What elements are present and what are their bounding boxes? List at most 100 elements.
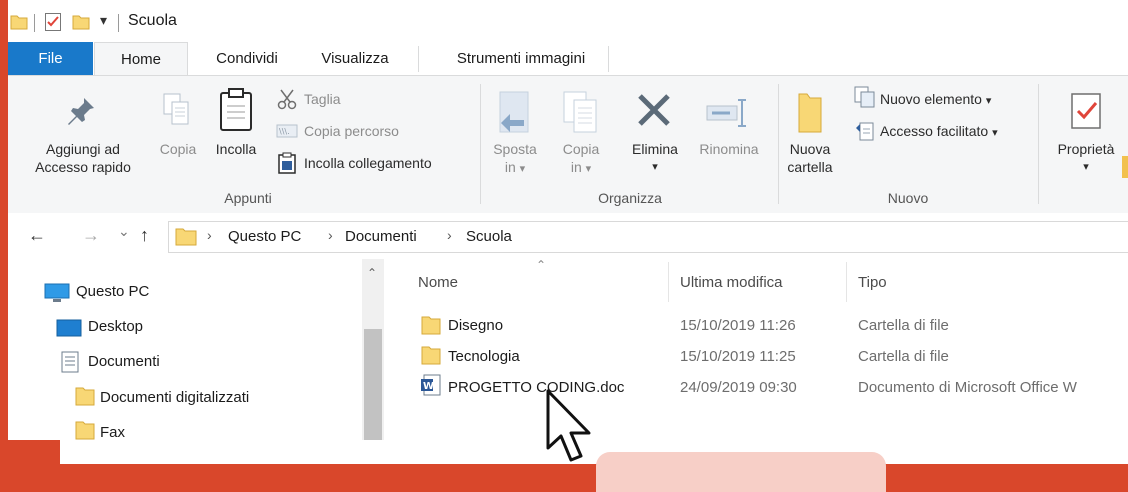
group-label-clipboard: Appunti [224,190,272,206]
file-type: Cartella di file [858,317,949,334]
chevron-down-icon: ▾ [1083,161,1089,173]
chevron-down-icon: ▾ [985,95,992,107]
nav-item-questo-pc[interactable]: Questo PC [76,283,149,300]
file-name: Tecnologia [448,348,520,365]
file-name: Disegno [448,317,504,334]
move-to-button[interactable]: Sposta in ▾ [486,140,544,178]
column-header-name[interactable]: Nome [418,274,458,291]
breadcrumb-separator-icon: › [328,227,333,243]
rename-button[interactable]: Rinomina [690,140,768,158]
nav-item-fax[interactable]: Fax [100,424,125,440]
nav-item-documenti[interactable]: Documenti [88,353,160,370]
breadcrumb-separator-icon: › [207,227,212,243]
window-title: Scuola [128,12,177,29]
file-type: Documento di Microsoft Office W [858,379,1077,396]
cut-button[interactable]: Taglia [304,90,341,108]
tab-separator [418,46,419,72]
ribbon-tabs: File Home Condividi Visualizza Strumenti… [8,42,1128,77]
properties-button[interactable]: Proprietà ▾ [1042,140,1128,176]
rename-icon [706,99,746,127]
title-bar: ▾ Scuola [8,0,1128,42]
up-arrow-icon[interactable]: ↑ [140,225,149,246]
column-divider[interactable] [668,262,669,302]
column-header-type[interactable]: Tipo [858,274,887,291]
new-folder-button[interactable]: Nuova cartella [780,140,840,176]
forward-arrow-icon[interactable]: → [82,225,100,246]
navigation-pane: Questo PC Desktop Documenti Documenti di… [8,259,386,440]
easy-access-button[interactable]: Accesso facilitato ▾ [880,122,998,142]
copy-icon [163,93,189,125]
column-divider[interactable] [846,262,847,302]
paste-button[interactable]: Incolla [208,140,264,158]
copy-to-icon [563,91,597,133]
new-folder-icon [798,93,822,133]
properties-icon[interactable] [44,12,62,32]
back-arrow-icon[interactable]: ← [28,225,46,246]
tab-home[interactable]: Home [94,42,188,77]
copy-to-label-line2: in ▾ [552,158,610,178]
nav-item-documenti-digitalizzati[interactable]: Documenti digitalizzati [100,389,249,406]
folder-icon [10,15,28,30]
folder-icon [75,387,95,406]
scissors-icon [277,89,297,110]
new-folder-label-line1: Nuova [789,141,831,157]
scroll-thumb[interactable] [364,329,382,440]
folder-icon [421,316,441,335]
scroll-up-arrow-icon[interactable]: ⌃ [367,266,377,280]
new-item-icon [854,86,875,108]
address-bar[interactable]: › Questo PC › Documenti › Scuola [168,221,1128,253]
sort-ascending-icon: ⌃ [536,258,547,272]
tab-view[interactable]: Visualizza [304,42,406,75]
chevron-down-icon: ▾ [585,163,592,175]
svg-text:W: W [423,381,434,392]
move-to-label-line2: in ▾ [486,158,544,178]
chevron-down-icon: ▾ [992,127,998,139]
tab-separator [608,46,609,72]
chevron-down-icon: ▾ [519,163,526,175]
tab-picture-tools[interactable]: Strumenti immagini [426,42,616,75]
breadcrumb-documenti[interactable]: Documenti [345,228,417,245]
copy-path-button[interactable]: Copia percorso [304,122,399,140]
nav-item-desktop[interactable]: Desktop [88,318,143,335]
qat-separator [118,14,119,32]
easy-access-icon [856,122,874,141]
new-item-button[interactable]: Nuovo elemento ▾ [880,90,991,110]
copy-button[interactable]: Copia [150,140,206,158]
folder-icon [175,228,197,246]
desktop-icon [56,319,82,337]
copy-to-label-line1: Copia [562,141,600,157]
copy-to-button[interactable]: Copia in ▾ [552,140,610,178]
group-divider [480,84,481,204]
file-explorer-window: ▾ Scuola File Home Condividi Visualizza … [8,0,1128,440]
address-bar-row: ← → ⌄ ↑ › Questo PC › Documenti › Scuola [8,213,1128,259]
recent-locations-chevron-icon[interactable]: ⌄ [118,223,130,240]
folder-icon [421,346,441,365]
word-document-icon: W [421,374,441,396]
column-header-modified[interactable]: Ultima modifica [680,274,783,291]
pin-label-line2: Accesso rapido [35,159,131,175]
folder-icon [1122,156,1128,178]
qat-dropdown-icon[interactable]: ▾ [100,12,107,29]
pin-quick-access-button[interactable]: Aggiungi ad Accesso rapido [18,140,148,176]
paste-shortcut-button[interactable]: Incolla collegamento [304,154,432,172]
group-divider [778,84,779,204]
breadcrumb-scuola[interactable]: Scuola [466,228,512,245]
new-folder-icon[interactable] [72,14,90,30]
breadcrumb-questo-pc[interactable]: Questo PC [228,228,301,245]
group-label-new: Nuovo [887,190,929,206]
delete-button[interactable]: Elimina ▾ [620,140,690,176]
file-modified: 15/10/2019 11:26 [680,317,796,334]
navigation-scrollbar[interactable]: ⌃ [362,259,384,440]
paste-icon [220,88,252,131]
tab-file[interactable]: File [8,42,93,75]
qat-separator [34,14,35,32]
new-item-label: Nuovo elemento [880,91,982,107]
move-to-label-line1: Sposta [493,141,537,157]
mouse-cursor-icon [546,389,591,462]
svg-text:\\\.: \\\. [279,127,290,136]
move-to-label-line2-text: in [504,159,516,175]
delete-label: Elimina [632,141,678,157]
tab-share[interactable]: Condividi [192,42,302,75]
breadcrumb-separator-icon: › [447,227,452,243]
file-modified: 24/09/2019 09:30 [680,379,797,396]
